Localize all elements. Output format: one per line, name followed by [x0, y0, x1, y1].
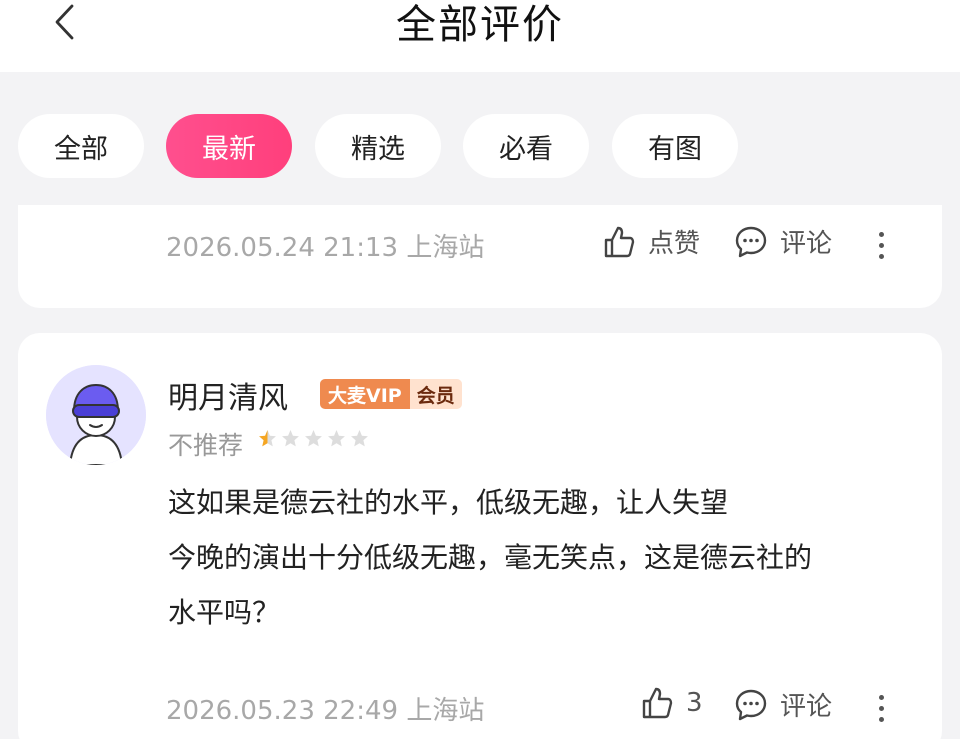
more-dot — [878, 705, 884, 711]
review-location: 上海站 — [406, 696, 485, 726]
review-timestamp: 2026.05.23 22:49 — [166, 696, 399, 726]
review-card: 明月清风 大麦VIP 会员 不推荐 这如果是德云社的水平，低级无趣，让人失望 今… — [18, 333, 942, 739]
avatar[interactable] — [46, 365, 146, 465]
review-text-line: 水平吗？ — [168, 596, 281, 629]
more-options-button[interactable] — [866, 688, 896, 728]
top-bar: 全部评价 — [0, 0, 960, 72]
vip-badge-label: 大麦VIP — [320, 379, 410, 409]
star-icon — [351, 430, 368, 447]
like-label: 点赞 — [648, 229, 701, 259]
user-avatar-icon — [46, 365, 146, 465]
filter-tabs: 全部 最新 精选 必看 有图 — [0, 114, 960, 180]
review-body: 这如果是德云社的水平，低级无趣，让人失望 今晚的演出十分低级无趣，毫无笑点，这是… — [168, 475, 928, 640]
tab-must-see[interactable]: 必看 — [463, 114, 589, 178]
review-location: 上海站 — [406, 233, 485, 263]
like-button[interactable]: 点赞 — [602, 223, 700, 260]
star-rating — [258, 429, 369, 448]
page-title: 全部评价 — [396, 2, 564, 48]
comment-label: 评论 — [780, 229, 833, 259]
comment-icon — [735, 226, 767, 257]
like-count: 3 — [686, 688, 703, 718]
thumbs-up-icon — [604, 226, 635, 257]
more-dot — [878, 242, 884, 248]
review-meta: 2026.05.23 22:49 上海站 — [166, 690, 484, 727]
like-button[interactable]: 3 — [640, 686, 703, 720]
comment-icon — [735, 689, 767, 720]
star-icon — [305, 430, 322, 447]
star-icon — [259, 430, 276, 447]
thumbs-up-icon — [642, 687, 673, 719]
star-icon — [282, 430, 299, 447]
star-icon — [328, 430, 345, 447]
rating-text: 不推荐 — [168, 431, 244, 460]
review-text-line: 今晚的演出十分低级无趣，毫无笑点，这是德云社的 — [168, 541, 813, 574]
comment-label: 评论 — [780, 692, 833, 722]
review-text-line: 这如果是德云社的水平，低级无趣，让人失望 — [168, 486, 729, 519]
more-dot — [878, 253, 884, 259]
tab-featured[interactable]: 精选 — [315, 114, 441, 178]
more-options-button[interactable] — [866, 225, 896, 265]
review-card: 2026.05.24 21:13 上海站 点赞 评论 — [18, 205, 942, 308]
more-dot — [878, 694, 884, 700]
comment-button[interactable]: 评论 — [734, 686, 832, 723]
more-dot — [878, 231, 884, 237]
vip-badge: 大麦VIP 会员 — [320, 379, 462, 409]
member-badge-label: 会员 — [409, 379, 462, 409]
comment-button[interactable]: 评论 — [734, 223, 832, 260]
review-meta: 2026.05.24 21:13 上海站 — [166, 227, 484, 264]
more-dot — [878, 716, 884, 722]
tab-all[interactable]: 全部 — [18, 114, 144, 178]
tab-latest[interactable]: 最新 — [166, 114, 292, 178]
username[interactable]: 明月清风 — [168, 373, 288, 417]
tab-with-images[interactable]: 有图 — [612, 114, 738, 178]
review-timestamp: 2026.05.24 21:13 — [166, 233, 399, 263]
